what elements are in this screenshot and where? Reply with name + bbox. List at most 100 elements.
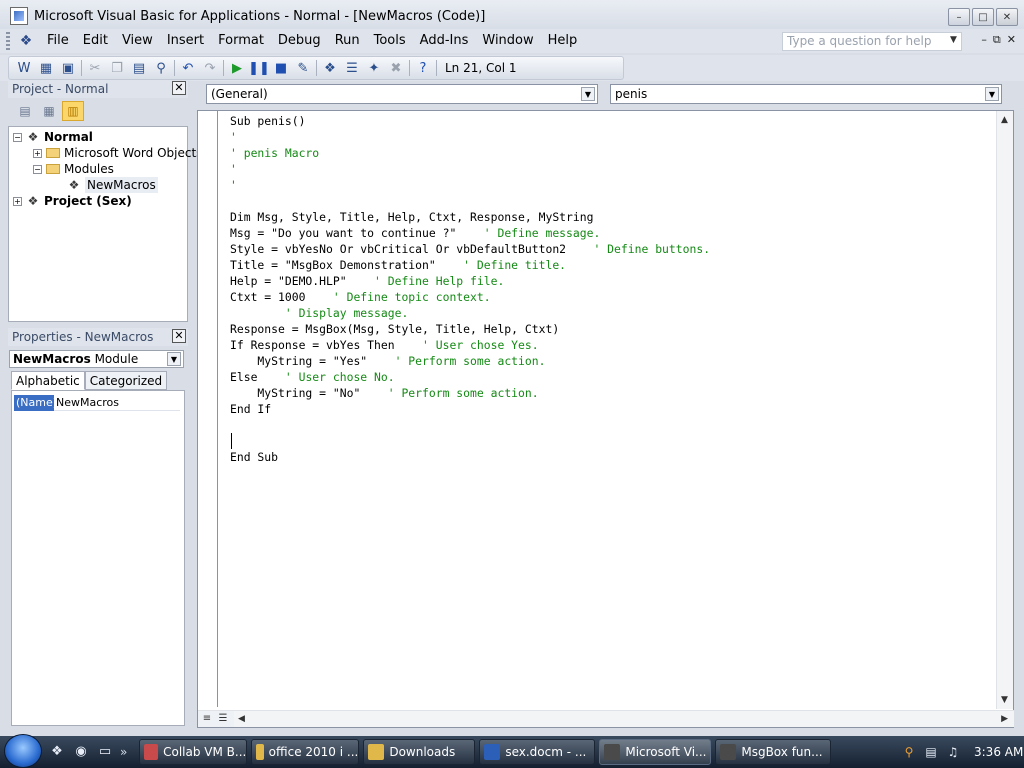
code-line[interactable]: End If [230, 401, 271, 417]
view-object-icon[interactable]: ▦ [38, 101, 60, 121]
properties-window-icon[interactable]: ☰ [341, 58, 363, 78]
collapse-icon[interactable]: − [13, 132, 22, 142]
clock[interactable]: 3:36 AM [974, 745, 1023, 759]
view-word-icon[interactable]: W [13, 58, 35, 78]
show-desktop-icon[interactable]: ❖ [48, 743, 66, 761]
collapse-icon[interactable]: − [33, 164, 42, 174]
cut-icon[interactable]: ✂ [84, 58, 106, 78]
code-line[interactable]: If Response = vbYes Then ' User chose Ye… [230, 337, 539, 353]
toggle-folders-icon[interactable]: ▥ [62, 101, 84, 121]
menu-run[interactable]: Run [328, 29, 367, 53]
tree-node-modules[interactable]: − Modules [33, 161, 114, 177]
design-mode-icon[interactable]: ✎ [292, 58, 314, 78]
quick-launch-more-icon[interactable]: » [120, 745, 127, 759]
horizontal-scrollbar[interactable]: ◀ ▶ [234, 710, 1014, 727]
code-line[interactable]: ' Display message. [230, 305, 408, 321]
code-line[interactable]: Dim Msg, Style, Title, Help, Ctxt, Respo… [230, 209, 593, 225]
close-button[interactable]: ✕ [996, 8, 1018, 26]
expand-icon[interactable]: + [13, 196, 22, 206]
run-icon[interactable]: ▶ [226, 58, 248, 78]
undo-icon[interactable]: ↶ [177, 58, 199, 78]
reset-icon[interactable]: ■ [270, 58, 292, 78]
mdi-minimize-button[interactable]: – [981, 33, 987, 47]
taskbar-button[interactable]: Collab VM B... [139, 739, 248, 765]
code-line[interactable]: Help = "DEMO.HLP" ' Define Help file. [230, 273, 504, 289]
properties-panel-close-button[interactable]: ✕ [172, 329, 186, 343]
menu-help[interactable]: Help [541, 29, 585, 53]
menu-format[interactable]: Format [211, 29, 271, 53]
help-dropdown-icon[interactable]: ▼ [950, 35, 957, 45]
mdi-restore-button[interactable]: ⧉ [993, 33, 1001, 47]
paste-icon[interactable]: ▤ [128, 58, 150, 78]
code-line[interactable]: Title = "MsgBox Demonstration" ' Define … [230, 257, 566, 273]
code-line[interactable]: MyString = "Yes" ' Perform some action. [230, 353, 545, 369]
toolbox-icon[interactable]: ✖ [385, 58, 407, 78]
browser-icon[interactable]: ◉ [72, 743, 90, 761]
code-line[interactable]: Sub penis() [230, 113, 305, 129]
chevron-down-icon[interactable]: ▼ [985, 87, 999, 101]
object-combo[interactable]: (General) ▼ [206, 84, 598, 104]
vertical-scrollbar[interactable]: ▲ ▼ [996, 111, 1013, 709]
help-search-input[interactable]: Type a question for help [782, 32, 962, 51]
menu-insert[interactable]: Insert [160, 29, 211, 53]
tab-categorized[interactable]: Categorized [84, 371, 168, 390]
code-line[interactable]: ' [230, 129, 237, 145]
code-line[interactable]: ' [230, 161, 237, 177]
network-icon[interactable]: ▤ [924, 745, 938, 759]
insert-userform-icon[interactable]: ▦ [35, 58, 57, 78]
menu-tools[interactable]: Tools [367, 29, 413, 53]
copy-icon[interactable]: ❐ [106, 58, 128, 78]
properties-object-combo[interactable]: NewMacros Module ▼ [9, 350, 184, 368]
menu-debug[interactable]: Debug [271, 29, 328, 53]
menu-view[interactable]: View [115, 29, 160, 53]
find-icon[interactable]: ⚲ [150, 58, 172, 78]
tab-alphabetic[interactable]: Alphabetic [11, 371, 85, 390]
chevron-down-icon[interactable]: ▼ [581, 87, 595, 101]
menu-file[interactable]: File [40, 29, 76, 53]
property-row[interactable]: (Name) NewMacros [14, 395, 180, 411]
computer-icon[interactable]: ▭ [96, 743, 114, 761]
project-panel-close-button[interactable]: ✕ [172, 81, 186, 95]
redo-icon[interactable]: ↷ [199, 58, 221, 78]
code-line[interactable]: Ctxt = 1000 ' Define topic context. [230, 289, 491, 305]
taskbar-button[interactable]: MsgBox fun... [715, 739, 832, 765]
start-button[interactable] [4, 734, 42, 768]
taskbar-button[interactable]: office 2010 i ... [251, 739, 360, 765]
procedure-combo[interactable]: penis ▼ [610, 84, 1002, 104]
menu-window[interactable]: Window [475, 29, 540, 53]
code-line[interactable]: MyString = "No" ' Perform some action. [230, 385, 538, 401]
tree-node-newmacros[interactable]: ❖ NewMacros [67, 177, 158, 193]
menu-edit[interactable]: Edit [76, 29, 115, 53]
code-line[interactable]: Msg = "Do you want to continue ?" ' Defi… [230, 225, 600, 241]
code-line[interactable]: Style = vbYesNo Or vbCritical Or vbDefau… [230, 241, 710, 257]
code-editor[interactable]: Sub penis() ' ' penis Macro ' ' Dim Msg, Styl… [197, 110, 1014, 728]
taskbar-button[interactable]: Microsoft Vi... [599, 739, 712, 765]
taskbar-button[interactable]: sex.docm - ... [479, 739, 596, 765]
tree-node-normal[interactable]: − ❖ Normal [13, 129, 93, 145]
vba-system-menu-icon[interactable]: ❖ [16, 33, 36, 49]
code-line[interactable]: End Sub [230, 449, 278, 465]
minimize-button[interactable]: – [948, 8, 970, 26]
code-line[interactable]: ' penis Macro [230, 145, 319, 161]
code-line[interactable]: ' [230, 177, 237, 193]
code-line[interactable]: Else ' User chose No. [230, 369, 395, 385]
procedure-view-icon[interactable]: ≡ [200, 713, 214, 726]
scroll-left-icon[interactable]: ◀ [238, 714, 245, 724]
code-line[interactable]: Response = MsgBox(Msg, Style, Title, Hel… [230, 321, 559, 337]
mdi-close-button[interactable]: ✕ [1007, 33, 1016, 47]
object-browser-icon[interactable]: ✦ [363, 58, 385, 78]
scroll-up-icon[interactable]: ▲ [1001, 115, 1008, 125]
property-value[interactable]: NewMacros [54, 395, 180, 411]
view-code-icon[interactable]: ▤ [14, 101, 36, 121]
save-icon[interactable]: ▣ [57, 58, 79, 78]
code-margin-indicator-bar[interactable] [198, 111, 218, 707]
search-icon[interactable]: ⚲ [902, 745, 916, 759]
chevron-down-icon[interactable]: ▼ [167, 352, 181, 366]
menu-add-ins[interactable]: Add-Ins [413, 29, 476, 53]
tree-node-word-objects[interactable]: + Microsoft Word Objects [33, 145, 202, 161]
maximize-button[interactable]: □ [972, 8, 994, 26]
expand-icon[interactable]: + [33, 148, 42, 158]
help-icon[interactable]: ? [412, 58, 434, 78]
break-icon[interactable]: ❚❚ [248, 58, 270, 78]
taskbar-button[interactable]: Downloads [363, 739, 476, 765]
